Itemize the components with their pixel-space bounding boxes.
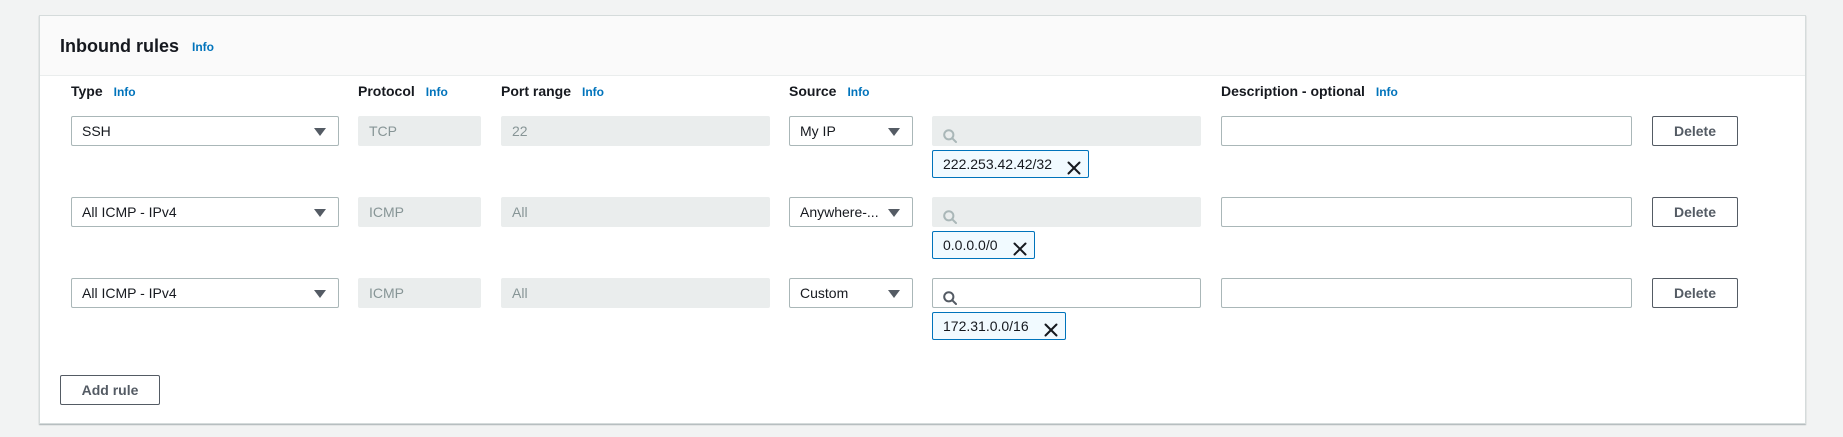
search-icon: [943, 286, 957, 305]
type-select[interactable]: SSH: [71, 116, 339, 146]
source-select[interactable]: My IP: [789, 116, 913, 146]
port-range-field: All: [501, 197, 770, 227]
close-icon[interactable]: [1067, 157, 1081, 175]
source-info-link[interactable]: Info: [847, 85, 869, 99]
type-select-value: All ICMP - IPv4: [82, 204, 177, 220]
column-header-type-label: Type: [71, 83, 103, 99]
caret-down-icon: [888, 290, 900, 298]
panel-header: Inbound rules Info: [40, 16, 1805, 76]
source-token: 172.31.0.0/16: [932, 312, 1066, 340]
column-header-description: Description - optional Info: [1221, 83, 1398, 99]
type-select-value: All ICMP - IPv4: [82, 285, 177, 301]
port-range-field: 22: [501, 116, 770, 146]
type-select-value: SSH: [82, 123, 111, 139]
caret-down-icon: [888, 209, 900, 217]
search-icon: [943, 205, 957, 224]
inbound-rules-panel: Inbound rules Info Type Info Protocol Info…: [39, 15, 1806, 424]
port-range-field: All: [501, 278, 770, 308]
source-select-value: My IP: [800, 123, 836, 139]
panel-info-link[interactable]: Info: [192, 40, 214, 54]
panel-title: Inbound rules: [60, 36, 179, 56]
description-input[interactable]: [1221, 197, 1632, 227]
source-select[interactable]: Anywhere-...: [789, 197, 913, 227]
source-token: 222.253.42.42/32: [932, 150, 1089, 178]
source-token-label: 0.0.0.0/0: [943, 237, 998, 253]
delete-rule-button[interactable]: Delete: [1652, 197, 1738, 227]
column-header-port-range: Port range Info: [501, 83, 604, 99]
caret-down-icon: [888, 128, 900, 136]
source-search-input[interactable]: [932, 278, 1201, 308]
caret-down-icon: [314, 290, 326, 298]
protocol-field: ICMP: [358, 197, 481, 227]
source-select-value: Anywhere-...: [800, 204, 879, 220]
caret-down-icon: [314, 209, 326, 217]
source-select[interactable]: Custom: [789, 278, 913, 308]
delete-rule-button[interactable]: Delete: [1652, 116, 1738, 146]
source-search-input: [932, 197, 1201, 227]
source-token-label: 172.31.0.0/16: [943, 318, 1029, 334]
search-icon: [943, 124, 957, 143]
protocol-info-link[interactable]: Info: [426, 85, 448, 99]
column-header-source-label: Source: [789, 83, 837, 99]
close-icon[interactable]: [1013, 238, 1027, 256]
column-header-description-label: Description - optional: [1221, 83, 1365, 99]
source-select-value: Custom: [800, 285, 849, 301]
type-info-link[interactable]: Info: [114, 85, 136, 99]
column-header-protocol-label: Protocol: [358, 83, 415, 99]
source-token-label: 222.253.42.42/32: [943, 156, 1052, 172]
column-header-protocol: Protocol Info: [358, 83, 448, 99]
description-input[interactable]: [1221, 278, 1632, 308]
delete-rule-button[interactable]: Delete: [1652, 278, 1738, 308]
type-select[interactable]: All ICMP - IPv4: [71, 197, 339, 227]
protocol-field: ICMP: [358, 278, 481, 308]
description-input[interactable]: [1221, 116, 1632, 146]
column-header-port-range-label: Port range: [501, 83, 572, 99]
description-info-link[interactable]: Info: [1376, 85, 1398, 99]
source-token: 0.0.0.0/0: [932, 231, 1035, 259]
column-header-type: Type Info: [71, 83, 136, 99]
close-icon[interactable]: [1044, 319, 1058, 337]
column-header-source: Source Info: [789, 83, 869, 99]
protocol-field: TCP: [358, 116, 481, 146]
port-range-info-link[interactable]: Info: [582, 85, 604, 99]
source-search-input: [932, 116, 1201, 146]
caret-down-icon: [314, 128, 326, 136]
type-select[interactable]: All ICMP - IPv4: [71, 278, 339, 308]
add-rule-button[interactable]: Add rule: [60, 375, 160, 405]
